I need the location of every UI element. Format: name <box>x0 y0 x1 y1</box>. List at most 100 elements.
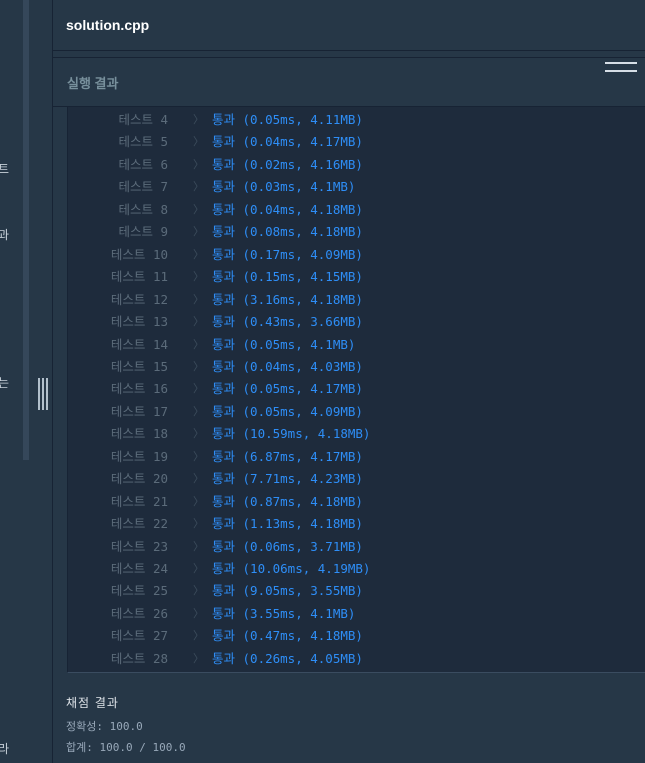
chevron-right-icon: 〉 <box>193 494 204 508</box>
chevron-right-icon: 〉 <box>193 113 204 126</box>
test-name: 테스트 14 <box>110 336 168 352</box>
test-result-row: 테스트 23 〉 통과 (0.06ms, 3.71MB) <box>68 537 628 557</box>
test-name: 테스트 24 <box>110 561 168 576</box>
splitter-handle-icon[interactable] <box>38 378 48 410</box>
chevron-right-icon: 〉 <box>193 359 204 373</box>
test-result-row: 테스트 18 〉 통과 (10.59ms, 4.18MB) <box>68 424 628 444</box>
test-name: 테스트 15 <box>110 358 168 374</box>
test-result-row: 테스트 10 〉 통과 (0.17ms, 4.09MB) <box>68 245 628 265</box>
test-result-value: 통과 (0.05ms, 4.17MB) <box>212 381 363 397</box>
test-result-value: 통과 (3.16ms, 4.18MB) <box>212 291 363 307</box>
test-result-value: 통과 (0.87ms, 4.18MB) <box>212 493 363 509</box>
test-name: 테스트 10 <box>110 246 168 262</box>
test-result-value: 통과 (1.13ms, 4.18MB) <box>212 516 363 532</box>
chevron-right-icon: 〉 <box>193 584 204 598</box>
chevron-right-icon: 〉 <box>193 180 204 194</box>
test-name: 테스트 21 <box>110 493 168 509</box>
chevron-right-icon: 〉 <box>193 651 204 665</box>
test-result-value: 통과 (0.26ms, 4.05MB) <box>212 650 363 666</box>
test-result-row: 테스트 20 〉 통과 (7.71ms, 4.23MB) <box>68 469 628 489</box>
test-result-row: 테스트 15 〉 통과 (0.04ms, 4.03MB) <box>68 357 628 377</box>
test-result-value: 통과 (0.04ms, 4.18MB) <box>212 201 363 217</box>
test-name: 테스트 8 <box>118 201 168 217</box>
test-result-value: 통과 (10.06ms, 4.19MB) <box>212 561 371 576</box>
test-result-row: 테스트 28 〉 통과 (0.26ms, 4.05MB) <box>68 649 628 669</box>
test-name: 테스트 9 <box>118 224 168 240</box>
test-result-row: 테스트 19 〉 통과 (6.87ms, 4.17MB) <box>68 447 628 467</box>
chevron-right-icon: 〉 <box>193 157 204 171</box>
test-result-value: 통과 (0.17ms, 4.09MB) <box>212 246 363 262</box>
test-name: 테스트 7 <box>118 179 168 195</box>
file-tab-bar: solution.cpp <box>53 0 645 51</box>
description-text-fragment: 라 <box>0 742 10 756</box>
test-name: 테스트 28 <box>110 650 168 666</box>
test-result-row: 테스트 21 〉 통과 (0.87ms, 4.18MB) <box>68 492 628 512</box>
test-result-value: 통과 (0.06ms, 3.71MB) <box>212 538 363 554</box>
test-result-value: 통과 (0.02ms, 4.16MB) <box>212 156 363 172</box>
total-score: 합계: 100.0 / 100.0 <box>66 741 186 754</box>
test-result-row: 테스트 16 〉 통과 (0.05ms, 4.17MB) <box>68 379 628 399</box>
result-panel-header: 실행 결과 <box>53 58 645 107</box>
test-result-row: 테스트 25 〉 통과 (9.05ms, 3.55MB) <box>68 581 628 601</box>
test-result-value: 통과 (0.03ms, 4.1MB) <box>212 179 356 195</box>
test-result-row: 테스트 5 〉 통과 (0.04ms, 4.17MB) <box>68 132 628 152</box>
chevron-right-icon: 〉 <box>193 472 204 486</box>
ide-window: 트 과 는 라 solution.cpp 실행 결과 테스트 4 〉 통과 (0.0… <box>0 0 645 763</box>
test-result-value: 통과 (0.15ms, 4.15MB) <box>212 269 363 285</box>
result-output: 테스트 4 〉 통과 (0.05ms, 4.11MB) 테스트 5 〉 통과 (0.04m… <box>67 107 645 673</box>
test-result-value: 통과 (6.87ms, 4.17MB) <box>212 448 363 464</box>
test-name: 테스트 19 <box>110 448 168 464</box>
test-name: 테스트 18 <box>110 426 168 442</box>
test-name: 테스트 23 <box>110 538 168 554</box>
chevron-right-icon: 〉 <box>193 517 204 531</box>
chevron-right-icon: 〉 <box>193 629 204 643</box>
test-result-value: 통과 (0.04ms, 4.03MB) <box>212 358 363 374</box>
test-result-value: 통과 (0.05ms, 4.11MB) <box>212 112 363 127</box>
test-name: 테스트 12 <box>110 291 168 307</box>
chevron-right-icon: 〉 <box>193 562 204 575</box>
test-result-row: 테스트 8 〉 통과 (0.04ms, 4.18MB) <box>68 200 628 220</box>
test-name: 테스트 22 <box>110 516 168 532</box>
panel-resize-handle-icon[interactable] <box>605 62 637 72</box>
chevron-right-icon: 〉 <box>193 292 204 306</box>
test-name: 테스트 13 <box>110 314 168 330</box>
test-result-value: 통과 (0.05ms, 4.1MB) <box>212 336 356 352</box>
chevron-right-icon: 〉 <box>193 225 204 239</box>
test-result-row: 테스트 27 〉 통과 (0.47ms, 4.18MB) <box>68 626 628 646</box>
test-name: 테스트 17 <box>110 403 168 419</box>
description-text-fragment: 트 <box>0 162 10 176</box>
test-result-row: 테스트 13 〉 통과 (0.43ms, 3.66MB) <box>68 312 628 332</box>
test-result-row: 테스트 6 〉 통과 (0.02ms, 4.16MB) <box>68 155 628 175</box>
grading-title: 채점 결과 <box>66 696 119 710</box>
test-result-row: 테스트 24 〉 통과 (10.06ms, 4.19MB) <box>68 559 628 579</box>
description-text-fragment: 는 <box>0 376 10 390</box>
chevron-right-icon: 〉 <box>193 382 204 396</box>
panel-divider[interactable] <box>53 51 645 58</box>
test-result-row: 테스트 26 〉 통과 (3.55ms, 4.1MB) <box>68 604 628 624</box>
editor-pane: solution.cpp 실행 결과 테스트 4 〉 통과 (0.05ms, 4.1… <box>53 0 645 763</box>
chevron-right-icon: 〉 <box>193 539 204 553</box>
pane-splitter[interactable] <box>30 0 53 763</box>
chevron-right-icon: 〉 <box>193 337 204 351</box>
chevron-right-icon: 〉 <box>193 427 204 441</box>
chevron-right-icon: 〉 <box>193 270 204 284</box>
test-result-value: 통과 (0.08ms, 4.18MB) <box>212 224 363 240</box>
description-text-fragment: 과 <box>0 228 10 242</box>
description-scrollbar[interactable] <box>23 0 29 460</box>
test-name: 테스트 6 <box>118 156 168 172</box>
test-result-value: 통과 (0.43ms, 3.66MB) <box>212 314 363 330</box>
test-name: 테스트 16 <box>110 381 168 397</box>
test-result-value: 통과 (9.05ms, 3.55MB) <box>212 583 363 599</box>
file-name-tab[interactable]: solution.cpp <box>66 17 149 33</box>
test-result-row: 테스트 11 〉 통과 (0.15ms, 4.15MB) <box>68 267 628 287</box>
test-result-row: 테스트 9 〉 통과 (0.08ms, 4.18MB) <box>68 222 628 242</box>
test-name: 테스트 4 <box>118 112 168 127</box>
test-name: 테스트 27 <box>110 628 168 644</box>
test-result-row: 테스트 14 〉 통과 (0.05ms, 4.1MB) <box>68 335 628 355</box>
test-name: 테스트 25 <box>110 583 168 599</box>
problem-description-pane: 트 과 는 라 <box>0 0 30 763</box>
test-result-row: 테스트 7 〉 통과 (0.03ms, 4.1MB) <box>68 177 628 197</box>
chevron-right-icon: 〉 <box>193 449 204 463</box>
test-result-value: 통과 (0.05ms, 4.09MB) <box>212 403 363 419</box>
test-name: 테스트 20 <box>110 471 168 487</box>
